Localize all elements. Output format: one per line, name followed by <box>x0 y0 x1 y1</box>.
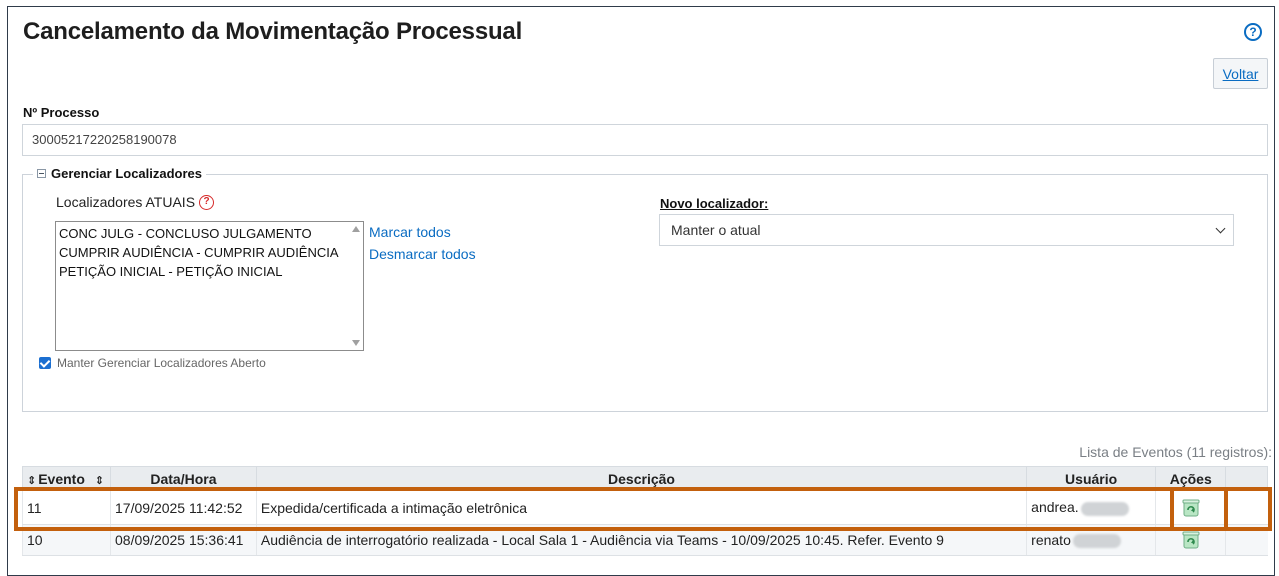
acoes-cell <box>1155 524 1226 556</box>
sort-icon[interactable]: ⇕ <box>27 475 36 487</box>
data-hora-cell: 17/09/2025 11:42:52 <box>110 490 257 525</box>
localizador-option[interactable]: CONC JULG - CONCLUSO JULGAMENTO <box>59 224 360 243</box>
redacted-blur <box>1072 534 1121 549</box>
localizador-option[interactable]: CUMPRIR AUDIÊNCIA - CUMPRIR AUDIÊNCIA <box>59 243 360 262</box>
collapse-icon[interactable] <box>37 169 46 178</box>
localizador-option[interactable]: PETIÇÃO INICIAL - PETIÇÃO INICIAL <box>59 262 360 281</box>
eventos-table: ⇕ Evento ⇕ Data/Hora Descrição Usuário Aç… <box>21 466 1268 556</box>
descricao-cell: Audiência de interrogatório realizada - … <box>255 524 1027 556</box>
redacted-blur <box>1080 501 1129 516</box>
localizadores-atuais-text: Localizadores ATUAIS <box>56 194 196 210</box>
empty-cell <box>1225 490 1268 525</box>
column-header-descricao: Descrição <box>255 466 1028 491</box>
column-header-usuario: Usuário <box>1026 466 1157 491</box>
help-icon[interactable]: ? <box>199 194 215 210</box>
localizadores-listbox[interactable]: CONC JULG - CONCLUSO JULGAMENTO CUMPRIR … <box>55 221 364 351</box>
novo-localizador-label: Novo localizador: <box>660 196 769 211</box>
chevron-down-icon <box>1215 223 1226 234</box>
acoes-cell <box>1155 490 1226 525</box>
localizadores-atuais-label: Localizadores ATUAIS ? <box>56 194 215 210</box>
table-row: 11 17/09/2025 11:42:52 Expedida/certific… <box>21 490 1268 525</box>
table-header-row: ⇕ Evento ⇕ Data/Hora Descrição Usuário Aç… <box>21 466 1268 491</box>
gerenciar-localizadores-legend[interactable]: Gerenciar Localizadores <box>33 166 207 181</box>
desmarcar-todos-link[interactable]: Desmarcar todos <box>369 246 476 262</box>
scroll-down-arrow-icon[interactable] <box>352 340 360 346</box>
evento-cell: 11 <box>21 490 111 525</box>
column-header-acoes: Ações <box>1155 466 1227 491</box>
sort-icon[interactable]: ⇕ <box>95 475 104 487</box>
recycle-icon[interactable] <box>1181 531 1201 549</box>
manter-aberto-checkbox[interactable] <box>39 357 51 369</box>
empty-cell <box>1225 524 1268 556</box>
processo-label: Nº Processo <box>23 105 100 120</box>
usuario-cell: renato <box>1026 524 1156 556</box>
novo-localizador-value: Manter o atual <box>671 222 761 238</box>
data-hora-cell: 08/09/2025 15:36:41 <box>110 524 257 556</box>
legend-label: Gerenciar Localizadores <box>51 166 203 181</box>
table-row: 10 08/09/2025 15:36:41 Audiência de inte… <box>21 524 1268 556</box>
scroll-up-arrow-icon[interactable] <box>352 226 360 232</box>
manter-aberto-label: Manter Gerenciar Localizadores Aberto <box>57 356 266 370</box>
novo-localizador-select[interactable]: Manter o atual <box>659 214 1234 246</box>
processo-field[interactable]: 30005217220258190078 <box>22 124 1268 156</box>
column-header-data-hora[interactable]: Data/Hora <box>110 466 257 491</box>
column-header-empty <box>1225 466 1268 491</box>
lista-eventos-caption: Lista de Eventos (11 registros): <box>1079 444 1272 460</box>
voltar-button[interactable]: Voltar <box>1213 58 1268 89</box>
column-label: Evento <box>38 470 85 487</box>
recycle-icon[interactable] <box>1181 499 1201 517</box>
column-header-evento[interactable]: ⇕ Evento ⇕ <box>21 466 112 491</box>
usuario-text: renato <box>1031 531 1071 548</box>
usuario-text: andrea. <box>1031 499 1079 516</box>
descricao-cell: Expedida/certificada a intimação eletrôn… <box>255 490 1027 525</box>
usuario-cell: andrea. <box>1026 490 1156 525</box>
help-icon[interactable]: ? <box>1244 23 1262 41</box>
evento-cell: 10 <box>21 524 111 556</box>
marcar-todos-link[interactable]: Marcar todos <box>369 224 451 240</box>
page-title: Cancelamento da Movimentação Processual <box>23 18 523 45</box>
manter-aberto-option[interactable]: Manter Gerenciar Localizadores Aberto <box>39 356 266 370</box>
